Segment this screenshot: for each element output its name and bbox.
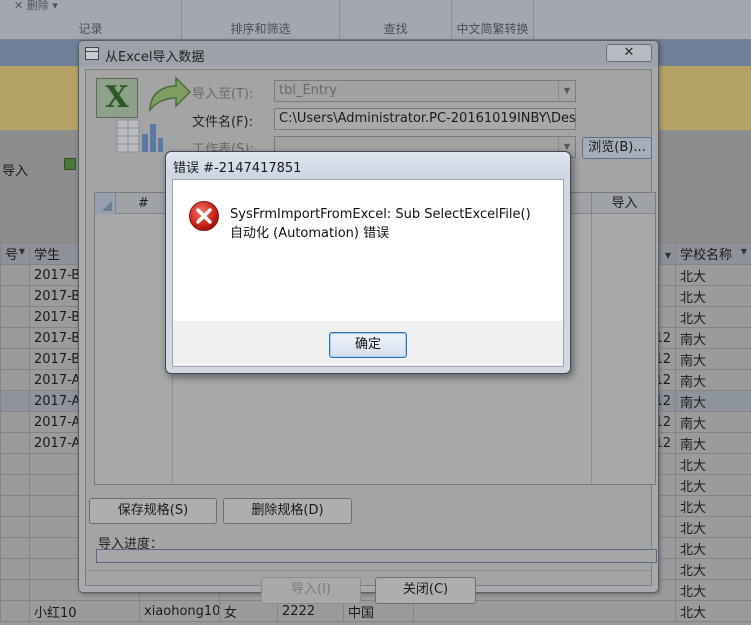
- column-header[interactable]: 学校名称 ▼: [675, 242, 751, 265]
- table-cell[interactable]: [0, 558, 30, 580]
- column-divider: [591, 214, 592, 484]
- table-cell[interactable]: 北大: [675, 495, 751, 517]
- table-chart-icon: [116, 119, 163, 153]
- table-cell[interactable]: 北大: [675, 474, 751, 496]
- excel-icon[interactable]: [64, 158, 76, 170]
- preview-num-header: #: [116, 193, 172, 214]
- ribbon-group-find: 查找: [340, 0, 452, 40]
- table-cell[interactable]: 北大: [675, 600, 751, 622]
- table-cell[interactable]: 南大: [675, 411, 751, 433]
- table-cell[interactable]: 南大: [675, 390, 751, 412]
- error-title: 错误 #-2147417851: [173, 161, 302, 176]
- table-cell[interactable]: [0, 495, 30, 517]
- excel-logo-icon: X: [96, 78, 138, 118]
- save-spec-button[interactable]: 保存规格(S): [89, 498, 217, 524]
- column-header[interactable]: 号 ▼: [0, 242, 30, 265]
- import-progress-bar: [96, 549, 657, 563]
- table-cell[interactable]: 北大: [675, 579, 751, 601]
- ribbon: ✕ 删除 ▾ 记录 排序和筛选 查找 中文简繁转换: [0, 0, 751, 40]
- preview-import-header: 导入: [591, 193, 657, 214]
- import-toolbar-button[interactable]: 导入: [2, 160, 28, 179]
- close-icon[interactable]: ✕: [606, 44, 652, 62]
- table-cell[interactable]: [0, 474, 30, 496]
- table-cell[interactable]: [0, 432, 30, 454]
- ribbon-group-label: 记录: [78, 22, 103, 36]
- table-cell[interactable]: [0, 264, 30, 286]
- divider: [86, 570, 651, 571]
- table-cell[interactable]: 北大: [675, 306, 751, 328]
- table-cell[interactable]: [0, 516, 30, 538]
- error-icon: [189, 201, 219, 231]
- delete-spec-button[interactable]: 删除规格(D): [223, 498, 352, 524]
- import-to-label: 导入至(T):: [192, 87, 254, 102]
- table-cell[interactable]: 南大: [675, 369, 751, 391]
- table-cell[interactable]: 北大: [675, 453, 751, 475]
- close-button[interactable]: 关闭(C): [375, 577, 476, 604]
- table-cell[interactable]: 南大: [675, 348, 751, 370]
- table-cell[interactable]: 小红10: [29, 600, 140, 622]
- table-cell[interactable]: [0, 327, 30, 349]
- error-message-line: SysFrmImportFromExcel: Sub SelectExcelFi…: [230, 207, 531, 222]
- ribbon-group-label: 排序和筛选: [230, 22, 291, 36]
- import-to-combo[interactable]: tbl_Entry ▼: [274, 80, 576, 102]
- dropdown-arrow-icon: ▼: [664, 250, 671, 260]
- dropdown-arrow-icon: ▼: [740, 247, 747, 256]
- ribbon-group-label: 查找: [383, 22, 408, 36]
- ribbon-group-chinese-conversion: 中文简繁转换: [452, 0, 534, 40]
- ribbon-group-label: 中文简繁转换: [456, 22, 529, 36]
- dropdown-arrow-icon[interactable]: ▼: [558, 81, 575, 101]
- table-cell[interactable]: [0, 411, 30, 433]
- error-client-area: SysFrmImportFromExcel: Sub SelectExcelFi…: [172, 179, 564, 367]
- table-cell[interactable]: 北大: [675, 558, 751, 580]
- select-all-corner[interactable]: [95, 193, 116, 214]
- dropdown-arrow-icon: ▼: [18, 247, 25, 256]
- table-cell[interactable]: [0, 348, 30, 370]
- filename-label: 文件名(F):: [192, 115, 254, 130]
- table-cell[interactable]: [0, 306, 30, 328]
- form-icon: [85, 47, 99, 60]
- table-cell[interactable]: [0, 285, 30, 307]
- table-cell[interactable]: [0, 579, 30, 601]
- error-body: SysFrmImportFromExcel: Sub SelectExcelFi…: [173, 180, 563, 321]
- delete-record-button[interactable]: ✕ 删除 ▾: [14, 0, 58, 13]
- table-cell[interactable]: 北大: [675, 285, 751, 307]
- table-cell[interactable]: [0, 453, 30, 475]
- table-cell[interactable]: 南大: [675, 432, 751, 454]
- dialog-titlebar[interactable]: 从Excel导入数据 ✕: [79, 41, 658, 67]
- import-button[interactable]: 导入(I): [261, 577, 361, 604]
- filename-field[interactable]: C:\Users\Administrator.PC-20161019INBY\D…: [274, 108, 576, 130]
- ribbon-group-sort-filter: 排序和筛选: [182, 0, 340, 40]
- table-cell[interactable]: 北大: [675, 537, 751, 559]
- table-cell[interactable]: 北大: [675, 516, 751, 538]
- table-cell[interactable]: [0, 369, 30, 391]
- error-titlebar[interactable]: 错误 #-2147417851: [166, 152, 570, 178]
- error-message: SysFrmImportFromExcel: Sub SelectExcelFi…: [230, 205, 531, 243]
- error-message-line: 自动化 (Automation) 错误: [230, 226, 390, 241]
- error-message-box: 错误 #-2147417851 SysFrmImportFromExcel: S…: [165, 151, 571, 374]
- table-cell[interactable]: [0, 600, 30, 622]
- table-cell[interactable]: 北大: [675, 264, 751, 286]
- ribbon-group-records: ✕ 删除 ▾ 记录: [0, 0, 182, 40]
- table-cell[interactable]: 南大: [675, 327, 751, 349]
- table-cell[interactable]: xiaohong10: [139, 600, 220, 622]
- table-cell[interactable]: [0, 390, 30, 412]
- table-cell[interactable]: [0, 537, 30, 559]
- browse-button[interactable]: 浏览(B)...: [582, 137, 652, 159]
- import-arrow-icon: [149, 76, 192, 113]
- ok-button[interactable]: 确定: [329, 332, 407, 358]
- dialog-title: 从Excel导入数据: [105, 50, 205, 65]
